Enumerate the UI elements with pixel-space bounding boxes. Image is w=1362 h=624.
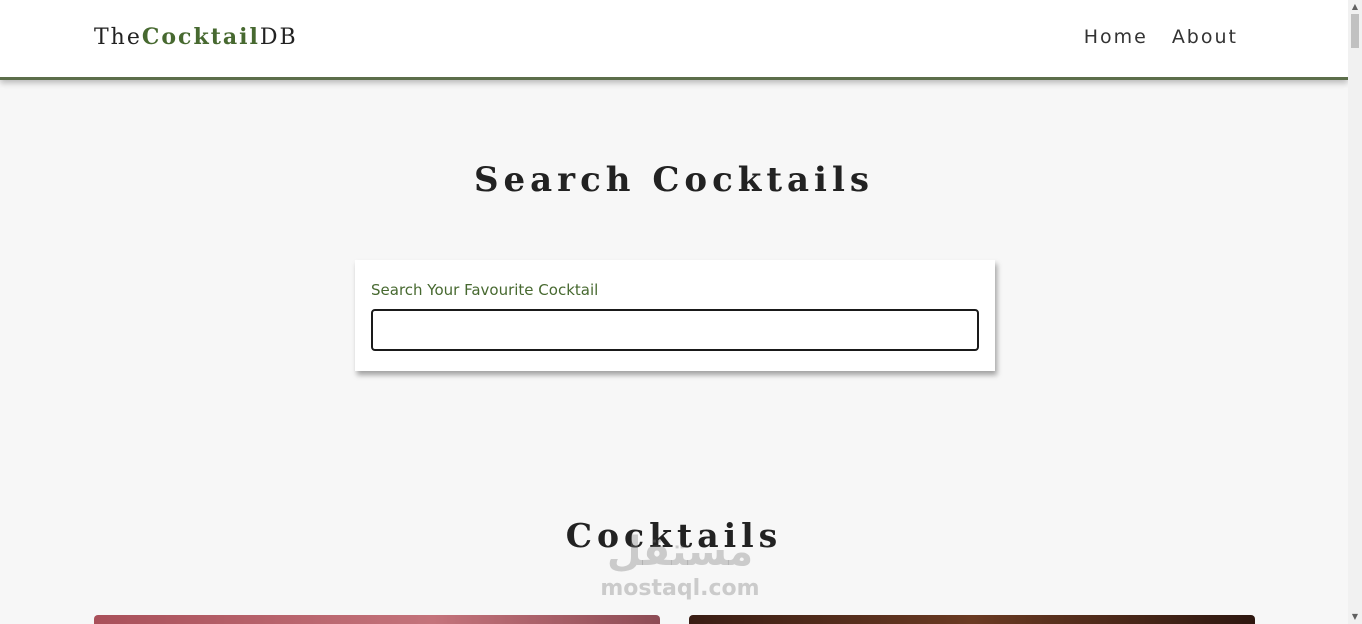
scroll-up-icon[interactable]: ▲ — [1348, 0, 1362, 14]
navbar: TheCocktailDB Home About — [0, 0, 1348, 80]
search-input[interactable] — [371, 309, 979, 351]
search-section-title: Search Cocktails — [473, 160, 875, 200]
logo-accent: Cocktail — [141, 24, 260, 50]
watermark-latin: mostaql.com — [600, 576, 760, 601]
nav-links: Home About — [1084, 26, 1238, 48]
scroll-down-icon[interactable]: ▼ — [1348, 610, 1362, 624]
scroll-thumb[interactable] — [1351, 14, 1359, 48]
site-logo[interactable]: TheCocktailDB — [94, 24, 298, 50]
nav-link-home[interactable]: Home — [1084, 26, 1148, 48]
nav-link-about[interactable]: About — [1172, 26, 1238, 48]
cocktail-card-image[interactable] — [689, 615, 1255, 624]
scrollbar[interactable]: ▲ ▼ — [1348, 0, 1362, 624]
search-form: Search Your Favourite Cocktail — [355, 260, 995, 371]
logo-suffix: DB — [259, 25, 298, 50]
watermark: مستقل mostaql.com — [560, 528, 800, 601]
search-label: Search Your Favourite Cocktail — [371, 281, 599, 299]
cocktail-card-image[interactable] — [94, 615, 660, 624]
watermark-arabic: مستقل — [606, 529, 754, 575]
logo-prefix: The — [94, 25, 142, 50]
